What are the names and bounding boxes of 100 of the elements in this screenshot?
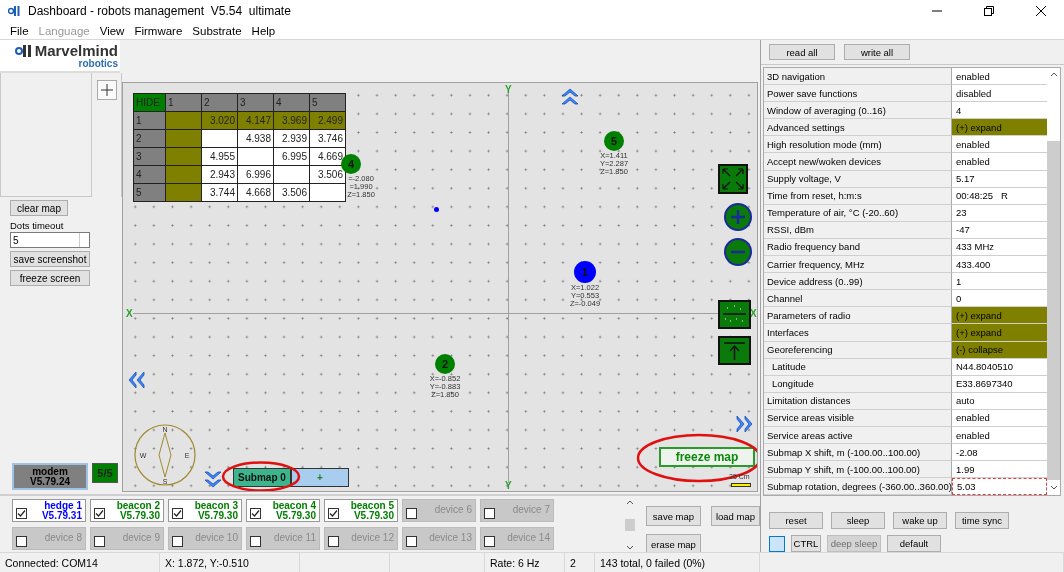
submap-tab[interactable]: Submap 0 xyxy=(233,468,291,487)
axis-label: X xyxy=(126,309,133,319)
device-count-badge: 5/5 xyxy=(92,463,118,483)
logo: Marvelmind robotics xyxy=(0,40,120,73)
dots-timeout-label: Dots timeout xyxy=(10,220,65,231)
fit-view-button[interactable] xyxy=(718,164,748,196)
table-header: 4 xyxy=(274,94,309,111)
setting-label: Interfaces xyxy=(764,324,952,342)
menu-item[interactable]: Help xyxy=(251,24,276,37)
setting-label: Submap X shift, m (-100.00..100.00) xyxy=(764,444,952,462)
checkbox[interactable] xyxy=(94,536,105,547)
device-label: device 8 xyxy=(44,533,82,543)
beacon-marker[interactable]: 2 xyxy=(435,354,455,374)
setting-label: Parameters of radio xyxy=(764,307,952,325)
read-all-button[interactable]: read all xyxy=(769,44,835,60)
action-button[interactable]: default xyxy=(887,535,941,553)
expand-toggle[interactable]: (+) expand xyxy=(952,324,1047,342)
table-cell: 3.969 xyxy=(274,112,309,129)
action-button[interactable]: CTRL xyxy=(791,535,821,553)
device-label: device 10 xyxy=(195,533,238,543)
crosshair-button[interactable] xyxy=(96,80,117,100)
checkbox[interactable] xyxy=(16,508,27,519)
setting-value[interactable]: 5.03 xyxy=(952,478,1047,496)
app-logo-icon xyxy=(8,5,22,17)
freeze-map-button[interactable]: freeze map xyxy=(659,447,755,467)
expand-toggle[interactable]: (+) expand xyxy=(952,307,1047,325)
action-button[interactable]: reset xyxy=(769,512,823,530)
checkbox[interactable] xyxy=(94,508,105,519)
table-cell: 3.020 xyxy=(202,112,237,129)
table-cell: 4.669 xyxy=(310,148,345,165)
action-button[interactable]: sleep xyxy=(831,512,885,530)
menu-item[interactable]: File xyxy=(10,24,29,37)
clear-map-button[interactable]: clear map xyxy=(10,200,68,216)
table-row-header: 1 xyxy=(134,112,165,129)
checkbox[interactable] xyxy=(484,508,495,519)
checkbox[interactable] xyxy=(16,536,27,547)
table-cell: 2.499 xyxy=(310,112,345,129)
menu-item[interactable]: Firmware xyxy=(134,24,183,37)
checkbox[interactable] xyxy=(406,508,417,519)
zoom-in-button[interactable] xyxy=(724,203,752,233)
erase-map-button[interactable]: erase map xyxy=(646,534,701,554)
table-row-header: 3 xyxy=(134,148,165,165)
position-dot xyxy=(434,207,439,212)
action-button[interactable]: wake up xyxy=(893,512,947,530)
checkbox[interactable] xyxy=(406,536,417,547)
device-tile[interactable]: beacon 4 V5.79.30 xyxy=(246,499,320,522)
floor-up-button[interactable] xyxy=(718,336,751,367)
dots-timeout-input[interactable]: 5 xyxy=(10,232,90,248)
table-row-header: 4 xyxy=(134,166,165,183)
axis-label: Y xyxy=(505,85,512,95)
table-header: 5 xyxy=(310,94,345,111)
checkbox[interactable] xyxy=(172,508,183,519)
save-map-button[interactable]: save map xyxy=(646,506,701,526)
load-map-button[interactable]: load map xyxy=(710,506,760,526)
setting-label: Carrier frequency, MHz xyxy=(764,256,952,274)
color-swatch-button[interactable] xyxy=(769,535,785,552)
device-tile[interactable]: hedge 1 V5.79.31 xyxy=(12,499,86,522)
status-text: X: 1.872, Y:-0.510 xyxy=(160,553,300,572)
table-cell: 2.939 xyxy=(274,130,309,147)
table-cell: 6.996 xyxy=(238,166,273,183)
checkbox[interactable] xyxy=(484,536,495,547)
table-cell: 3.506 xyxy=(274,184,309,201)
freeze-screen-button[interactable]: freeze screen xyxy=(10,270,90,286)
table-header: 1 xyxy=(166,94,201,111)
device-tile[interactable]: beacon 2 V5.79.30 xyxy=(90,499,164,522)
close-icon[interactable] xyxy=(1036,6,1046,16)
beacon-marker[interactable]: 5 xyxy=(604,131,624,151)
setting-label: High resolution mode (mm) xyxy=(764,136,952,154)
device-label: beacon 4 V5.79.30 xyxy=(272,501,316,521)
device-label: device 11 xyxy=(273,533,316,543)
modem-tile[interactable]: modem V5.79.24 xyxy=(12,463,88,490)
checkbox[interactable] xyxy=(250,508,261,519)
menu-item[interactable]: Substrate xyxy=(192,24,242,37)
checkbox[interactable] xyxy=(328,536,339,547)
table-cell: 4.955 xyxy=(202,148,237,165)
device-label: hedge 1 V5.79.31 xyxy=(41,501,82,521)
device-label: device 6 xyxy=(434,505,472,515)
restore-icon[interactable] xyxy=(984,6,994,16)
device-tile[interactable]: beacon 3 V5.79.30 xyxy=(168,499,242,522)
action-button[interactable]: time sync xyxy=(955,512,1009,530)
save-screenshot-button[interactable]: save screenshot xyxy=(10,251,90,267)
device-label: beacon 3 V5.79.30 xyxy=(194,501,238,521)
expand-toggle[interactable]: (+) expand xyxy=(952,119,1047,137)
checkbox[interactable] xyxy=(250,536,261,547)
table-cell: 3.744 xyxy=(202,184,237,201)
checkbox[interactable] xyxy=(172,536,183,547)
device-tile[interactable]: beacon 5 V5.79.30 xyxy=(324,499,398,522)
scrollbar[interactable] xyxy=(624,499,636,551)
table-cell: 4.147 xyxy=(238,112,273,129)
dots-layer-button[interactable] xyxy=(718,300,751,331)
status-text: 143 total, 0 failed (0%) xyxy=(595,553,760,572)
setting-label: 3D navigation xyxy=(764,68,952,86)
device-label: device 12 xyxy=(351,533,394,543)
write-all-button[interactable]: write all xyxy=(844,44,910,60)
menu-item[interactable]: View xyxy=(99,24,125,37)
checkbox[interactable] xyxy=(328,508,339,519)
map-canvas[interactable] xyxy=(122,82,758,492)
setting-label: Window of averaging (0..16) xyxy=(764,102,952,120)
zoom-out-button[interactable] xyxy=(724,238,752,268)
window-title: Dashboard - robots management V5.54 ultimate xyxy=(28,4,292,18)
